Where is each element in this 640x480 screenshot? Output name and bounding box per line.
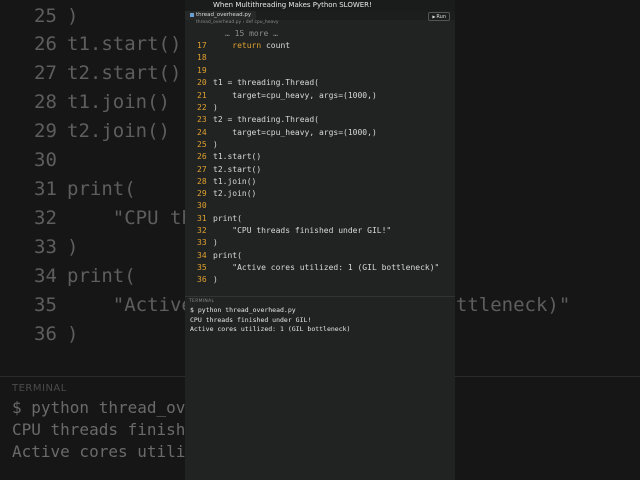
line-number: 32 [197, 226, 207, 235]
terminal-output-line: CPU threads finished under GIL! [190, 316, 312, 324]
play-icon: ▶ [432, 14, 436, 19]
code-text: print( [213, 251, 242, 260]
code-text: print( [213, 214, 242, 223]
bg-line-code: t2.start() [67, 62, 182, 84]
line-number: 24 [197, 128, 207, 137]
code-text: ) [213, 275, 218, 284]
breadcrumb[interactable]: thread_overhead.py › def cpu_heavy [196, 20, 279, 25]
code-text: "Active cores utilized: 1 (GIL bottlenec… [213, 263, 440, 272]
code-text: return count [232, 41, 291, 50]
code-text: t2.start() [213, 165, 262, 174]
bg-terminal-line: Active cores utilize [12, 442, 205, 461]
return-keyword: return [232, 41, 262, 50]
line-number: 23 [197, 115, 207, 124]
line-number: 21 [197, 91, 207, 100]
line-number: 28 [197, 177, 207, 186]
bg-terminal-line: $ python thread_over [12, 398, 205, 417]
code-text: t2.join() [213, 189, 257, 198]
code-text: target=cpu_heavy, args=(1000,) [213, 128, 377, 137]
bg-line-code: ) [67, 5, 79, 27]
bg-terminal-line: CPU threads finished [12, 420, 205, 439]
line-number: 36 [197, 275, 207, 284]
line-number: 29 [197, 189, 207, 198]
bg-terminal-label: TERMINAL [12, 383, 67, 394]
code-text: ) [213, 238, 218, 247]
editor-window: When Multithreading Makes Python SLOWER!… [185, 0, 455, 480]
tab-label: thread_overhead.py [196, 12, 252, 18]
code-text: t1.start() [213, 152, 262, 161]
bg-line-code: t1.start() [67, 33, 182, 55]
line-number: 25 [197, 140, 207, 149]
code-text: ) [213, 103, 218, 112]
code-text: t2 = threading.Thread( [213, 115, 319, 124]
terminal-command: $ python thread_overhead.py [190, 306, 296, 314]
run-button[interactable]: ▶Run [428, 12, 450, 21]
file-icon [190, 12, 194, 17]
folded-lines-indicator[interactable]: … 15 more … [225, 29, 278, 38]
line-number: 27 [197, 165, 207, 174]
line-number: 35 [197, 263, 207, 272]
bg-line-code: t2.join() [67, 120, 170, 142]
code-text: t1.join() [213, 177, 257, 186]
code-text: t1 = threading.Thread( [213, 78, 319, 87]
tab-bar: thread_overhead.py ▶Run [185, 11, 455, 21]
terminal-label: TERMINAL [189, 299, 215, 304]
bg-line-code: t1.join() [67, 91, 170, 113]
terminal-divider [185, 296, 455, 297]
line-number: 20 [197, 78, 207, 87]
code-text: ) [213, 140, 218, 149]
run-label: Run [436, 14, 446, 20]
line-number: 17 [197, 41, 207, 50]
code-text: "CPU threads finished under GIL!" [213, 226, 392, 235]
bg-line-number: 30 [34, 149, 57, 171]
line-number: 30 [197, 201, 207, 210]
bg-line-code: ) [67, 236, 79, 258]
bg-line-code: print( [67, 265, 136, 287]
window-title: When Multithreading Makes Python SLOWER! [213, 1, 372, 9]
line-number: 18 [197, 53, 207, 62]
line-number: 34 [197, 251, 207, 260]
tab-thread-overhead[interactable]: thread_overhead.py [185, 11, 257, 20]
line-number: 31 [197, 214, 207, 223]
code-text: target=cpu_heavy, args=(1000,) [213, 91, 377, 100]
terminal-output-line: Active cores utilized: 1 (GIL bottleneck… [190, 325, 351, 333]
line-number: 26 [197, 152, 207, 161]
line-number: 22 [197, 103, 207, 112]
bg-line-code: ) [67, 323, 79, 345]
bg-line-code: print( [67, 178, 136, 200]
line-number: 19 [197, 66, 207, 75]
line-number: 33 [197, 238, 207, 247]
title-bar: When Multithreading Makes Python SLOWER! [185, 0, 455, 18]
